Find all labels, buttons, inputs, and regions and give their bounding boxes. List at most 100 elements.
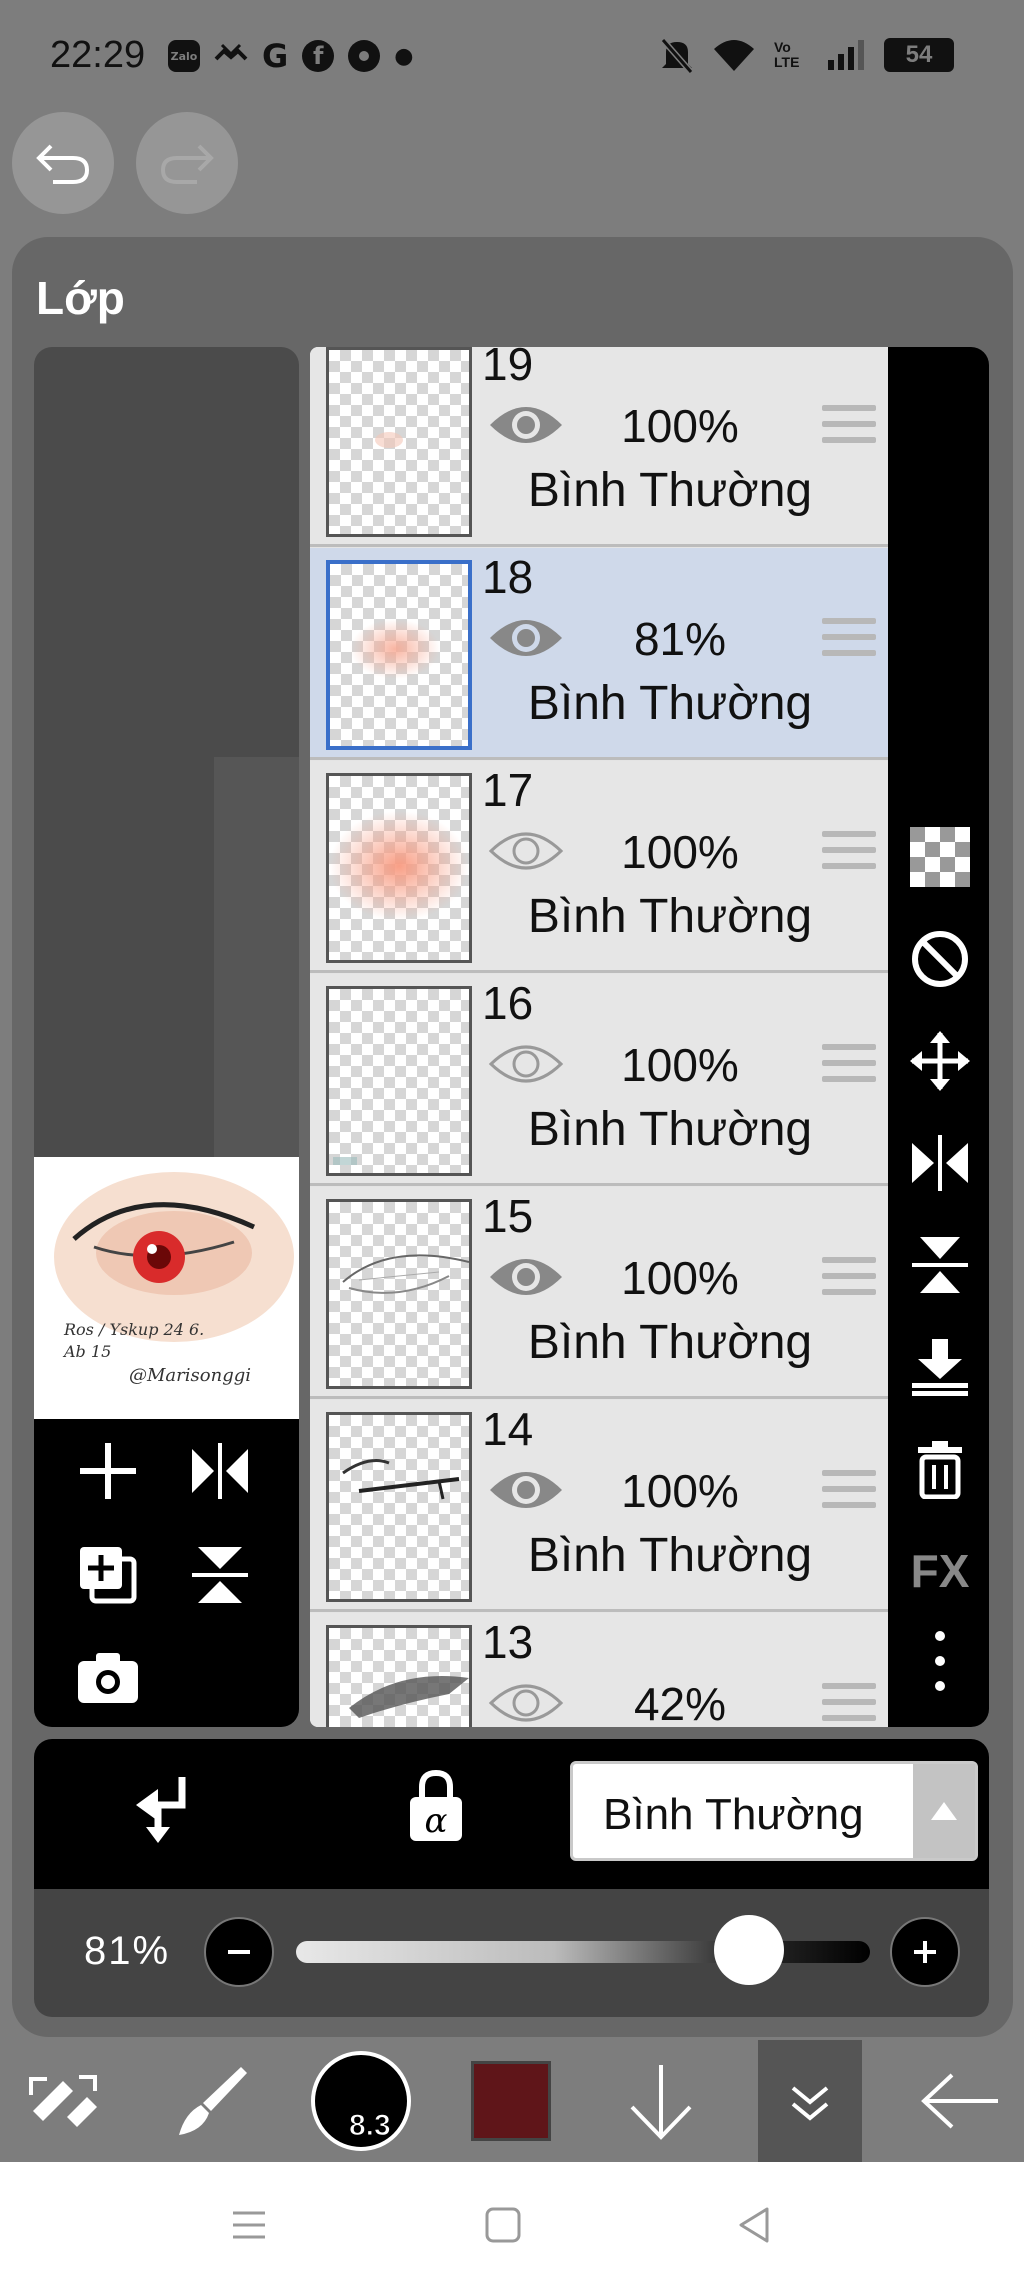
layer-row[interactable]: 19 100% Bình Thường [310, 347, 888, 547]
visibility-eye-icon[interactable] [488, 1460, 564, 1520]
layer-blend-mode: Bình Thường [527, 677, 813, 730]
camera-button[interactable] [68, 1637, 148, 1717]
layers-list[interactable]: 19 100% Bình Thường 18 81% Bình Thường 1… [310, 347, 888, 1727]
system-back-button[interactable] [720, 2190, 790, 2260]
layer-thumbnail[interactable] [326, 1199, 472, 1389]
fx-button[interactable]: FX [910, 1541, 970, 1601]
chrome-icon [348, 40, 381, 72]
flip-h-button[interactable] [910, 1133, 970, 1193]
redo-button[interactable] [136, 112, 238, 214]
clipping-arrow-icon [136, 1777, 186, 1843]
merge-down-button[interactable] [910, 1337, 970, 1397]
blend-mode-select[interactable]: Bình Thường [570, 1761, 978, 1861]
duplicate-layer-icon [80, 1547, 137, 1604]
flip-vertical-button[interactable] [180, 1535, 260, 1615]
alpha-lock-icon: α [410, 1769, 462, 1841]
layer-tools-left [34, 1419, 299, 1727]
layer-panel: Lớp Ros / Yskup 24 6. Ab 15 @Marisonggi [12, 237, 1013, 2037]
visibility-eye-icon[interactable] [488, 1034, 564, 1094]
system-nav-bar [0, 2162, 1024, 2287]
layer-row[interactable]: 16 100% Bình Thường [310, 974, 888, 1186]
flip-horizontal-button[interactable] [180, 1431, 260, 1511]
svg-text:Ab 15: Ab 15 [62, 1342, 111, 1361]
layer-thumbnail[interactable] [326, 347, 472, 537]
blend-mode-value: Bình Thường [603, 1790, 864, 1839]
svg-text:Ros / Yskup 24 6.: Ros / Yskup 24 6. [63, 1320, 204, 1339]
collapse-panel-button[interactable] [758, 2040, 862, 2162]
visibility-eye-icon[interactable] [488, 821, 564, 881]
opacity-slider-knob[interactable] [713, 1915, 784, 1985]
chevron-up-icon [931, 1802, 957, 1820]
merge-down-icon [912, 1339, 968, 1396]
layer-row[interactable]: 17 100% Bình Thường [310, 761, 888, 973]
layer-thumbnail[interactable] [326, 773, 472, 963]
undo-button[interactable] [12, 112, 114, 214]
layer-thumbnail[interactable] [326, 1412, 472, 1602]
duplicate-layer-button[interactable] [68, 1535, 148, 1615]
layer-opacity: 100% [621, 1252, 739, 1304]
flip-v-button[interactable] [910, 1235, 970, 1295]
status-time: 22:29 [50, 34, 146, 76]
minus-icon [228, 1950, 250, 1954]
layer-thumbnail[interactable] [326, 986, 472, 1176]
visibility-eye-icon[interactable] [488, 1673, 564, 1727]
color-button[interactable] [466, 2040, 556, 2162]
layer-row[interactable]: 14 100% Bình Thường [310, 1400, 888, 1612]
opacity-bar: 81% [34, 1889, 989, 2017]
brush-size-button[interactable]: 8.3 [306, 2040, 416, 2162]
delete-layer-button[interactable] [910, 1439, 970, 1499]
zalo-icon: Zalo [168, 40, 200, 72]
layer-down-button[interactable] [616, 2040, 706, 2162]
move-icon [910, 1031, 970, 1091]
recents-button[interactable] [214, 2190, 284, 2260]
canvas-preview-column: Ros / Yskup 24 6. Ab 15 @Marisonggi [34, 347, 299, 1727]
clipping-button[interactable] [134, 1775, 194, 1850]
drag-handle-icon[interactable] [822, 1683, 876, 1727]
mute-icon [660, 38, 694, 74]
volte-icon: Vo LTE [774, 39, 800, 70]
move-button[interactable] [910, 1031, 970, 1091]
brush-button[interactable] [166, 2040, 256, 2162]
transparency-button[interactable] [910, 827, 970, 887]
opacity-decrease-button[interactable] [204, 1917, 274, 1987]
missed-call-icon [214, 40, 248, 72]
fx-icon: FX [910, 1545, 970, 1597]
home-icon [485, 2207, 521, 2243]
layer-row[interactable]: 15 100% Bình Thường [310, 1187, 888, 1399]
home-button[interactable] [468, 2190, 538, 2260]
google-icon: G [262, 37, 289, 75]
layer-thumbnail[interactable] [326, 1625, 472, 1727]
drag-handle-icon[interactable] [822, 405, 876, 453]
visibility-eye-icon[interactable] [488, 395, 564, 455]
layer-thumbnail[interactable] [326, 560, 472, 750]
clip-button[interactable] [910, 929, 970, 989]
add-layer-button[interactable] [68, 1431, 148, 1511]
camera-icon [78, 1653, 138, 1703]
drag-handle-icon[interactable] [822, 1044, 876, 1092]
canvas-thumbnail[interactable]: Ros / Yskup 24 6. Ab 15 @Marisonggi [34, 1157, 299, 1419]
opacity-increase-button[interactable] [890, 1917, 960, 1987]
visibility-eye-icon[interactable] [488, 608, 564, 668]
more-button[interactable] [910, 1631, 970, 1691]
flip-horizontal-icon [192, 1443, 248, 1499]
alpha-lock-button[interactable]: α [406, 1769, 466, 1850]
visibility-eye-icon[interactable] [488, 1247, 564, 1307]
more-icon [935, 1631, 945, 1691]
drag-handle-icon[interactable] [822, 831, 876, 879]
drag-handle-icon[interactable] [822, 1257, 876, 1305]
brush-size-value: 8.3 [349, 2109, 392, 2143]
layer-row[interactable]: 13 42% [310, 1613, 888, 1727]
layer-opacity: 42% [633, 1678, 727, 1727]
blend-mode-arrow[interactable] [913, 1764, 975, 1858]
back-button[interactable] [910, 2040, 1010, 2162]
layer-blend-mode: Bình Thường [527, 1103, 813, 1156]
layer-row-selected[interactable]: 18 81% Bình Thường [310, 548, 888, 760]
layer-opacity: 81% [633, 613, 727, 665]
layer-number: 15 [482, 1190, 534, 1242]
blend-mode-bar: α Bình Thường [34, 1739, 989, 1889]
drag-handle-icon[interactable] [822, 1470, 876, 1518]
color-swatch [471, 2061, 551, 2141]
drag-handle-icon[interactable] [822, 618, 876, 666]
signal-icon [828, 40, 864, 70]
tool-switch-button[interactable] [18, 2040, 108, 2162]
